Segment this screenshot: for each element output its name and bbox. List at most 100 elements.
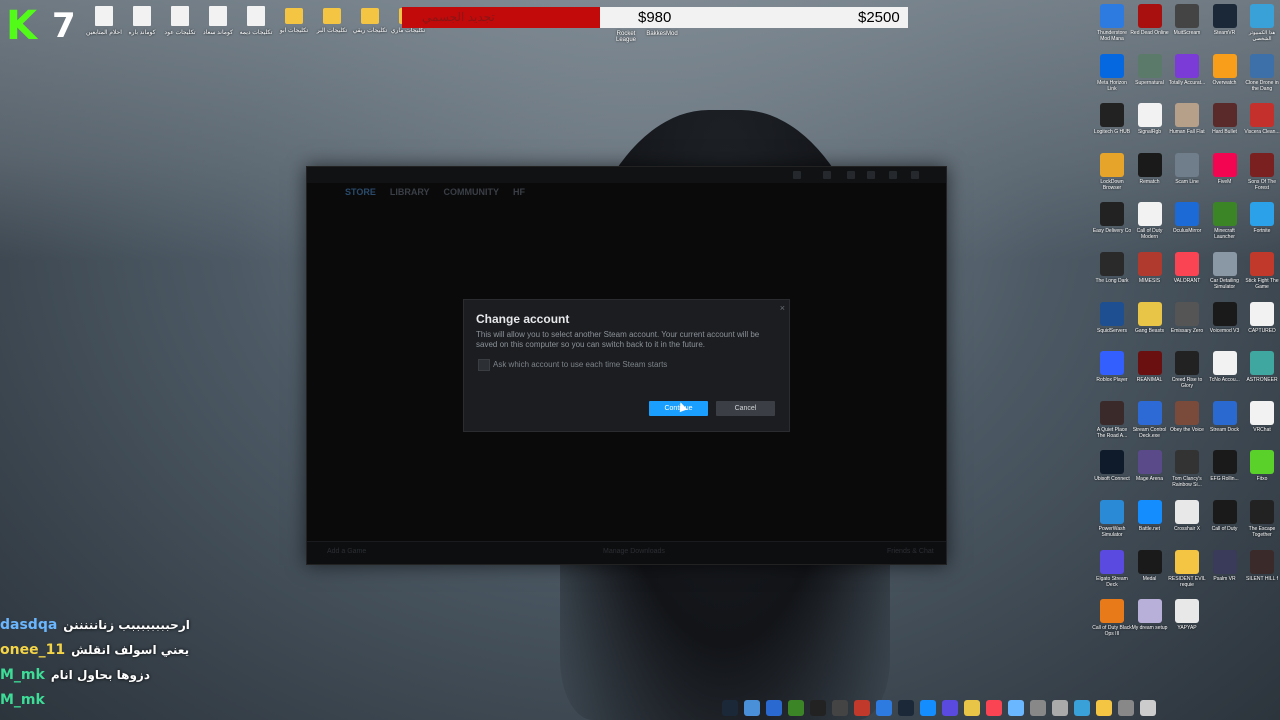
desktop-icon[interactable]: Ubisoft Connect: [1093, 448, 1131, 496]
desktop-icon[interactable]: EFG Rollin...: [1206, 448, 1244, 496]
desktop-icon[interactable]: SquidServers: [1093, 300, 1131, 348]
desktop-icon[interactable]: PowerWash Simulator: [1093, 498, 1131, 546]
top-desktop-icon[interactable]: تكليجات ابو: [276, 4, 312, 48]
desktop-icon[interactable]: SignalRgb: [1131, 101, 1169, 149]
desktop-icon[interactable]: Scam Line: [1168, 151, 1206, 199]
desktop-icon[interactable]: Mage Arena: [1131, 448, 1169, 496]
desktop-icon[interactable]: ASTRONEER: [1243, 349, 1280, 397]
desktop-icon[interactable]: Crosshair X: [1168, 498, 1206, 546]
desktop-icon[interactable]: Medal: [1131, 548, 1169, 596]
add-game-button[interactable]: Add a Game: [327, 548, 366, 555]
desktop-icon[interactable]: MuitScream: [1168, 2, 1206, 50]
top-desktop-icon[interactable]: احلام المتابعين: [86, 4, 122, 48]
desktop-icon[interactable]: Call of Duty Black Ops III: [1092, 597, 1132, 645]
steam-help-icon[interactable]: [847, 171, 855, 179]
top-desktop-icon[interactable]: تكليجات عود: [162, 4, 198, 48]
taskbar-app-icon[interactable]: [832, 700, 848, 716]
desktop-icon[interactable]: CAPTURED: [1243, 300, 1280, 348]
nav-store[interactable]: STORE: [345, 183, 376, 201]
friends-chat-button[interactable]: Friends & Chat: [887, 548, 934, 555]
desktop-icon[interactable]: The Long Dark: [1093, 250, 1131, 298]
desktop-icon[interactable]: FiveM: [1206, 151, 1244, 199]
desktop-icon[interactable]: Minecraft Launcher: [1206, 200, 1244, 248]
desktop-icon[interactable]: SteamVR: [1206, 2, 1244, 50]
desktop-icon[interactable]: Fitxo: [1243, 448, 1280, 496]
taskbar-app-icon[interactable]: [986, 700, 1002, 716]
taskbar-app-icon[interactable]: [898, 700, 914, 716]
desktop-icon[interactable]: Totally Accurat...: [1168, 52, 1206, 100]
desktop-icon[interactable]: Call of Duty Modern: [1131, 200, 1169, 248]
desktop-icon[interactable]: Viscera Clean...: [1243, 101, 1280, 149]
desktop-icon[interactable]: Voicemod V3: [1206, 300, 1244, 348]
desktop-icon[interactable]: Stream Control Deck.exe: [1131, 399, 1169, 447]
desktop-icon[interactable]: REANIMAL: [1131, 349, 1169, 397]
nav-profile[interactable]: HF: [513, 183, 525, 201]
desktop-icon[interactable]: Human Fall Flat: [1168, 101, 1206, 149]
desktop-icon[interactable]: Elgato Stream Deck: [1093, 548, 1131, 596]
taskbar-app-icon[interactable]: [1008, 700, 1024, 716]
ask-account-checkbox[interactable]: [478, 359, 490, 371]
desktop-icon[interactable]: Clone Drone in the Dang: [1243, 52, 1280, 100]
taskbar-app-icon[interactable]: [744, 700, 760, 716]
desktop-icon[interactable]: Rematch: [1131, 151, 1169, 199]
desktop-icon[interactable]: Gang Beasts: [1131, 300, 1169, 348]
top-desktop-icon[interactable]: تكليجات ريقي: [352, 4, 388, 48]
steam-notification-icon[interactable]: [793, 171, 801, 179]
desktop-icon[interactable]: A Quiet Place The Road A...: [1093, 399, 1131, 447]
desktop-icon[interactable]: Red Dead Online: [1130, 2, 1169, 50]
taskbar-app-icon[interactable]: [810, 700, 826, 716]
desktop-icon[interactable]: Stream Dock: [1206, 399, 1244, 447]
desktop-icon[interactable]: Supernatural: [1131, 52, 1169, 100]
ask-account-checkbox-label[interactable]: Ask which account to use each time Steam…: [493, 360, 667, 369]
taskbar-app-icon[interactable]: [1118, 700, 1134, 716]
top-desktop-icon[interactable]: تكليجات البر: [314, 4, 350, 48]
minimize-icon[interactable]: [867, 171, 875, 179]
desktop-icon[interactable]: TcNo Accou...: [1206, 349, 1244, 397]
nav-library[interactable]: LIBRARY: [390, 183, 430, 201]
maximize-icon[interactable]: [889, 171, 897, 179]
desktop-icon[interactable]: LockDown Browser: [1093, 151, 1131, 199]
taskbar-app-icon[interactable]: [1052, 700, 1068, 716]
taskbar-app-icon[interactable]: [1140, 700, 1156, 716]
desktop-icon[interactable]: Psalm VR: [1206, 548, 1244, 596]
desktop-icon[interactable]: SILENT HILL f: [1243, 548, 1280, 596]
taskbar-app-icon[interactable]: [1030, 700, 1046, 716]
taskbar-app-icon[interactable]: [722, 700, 738, 716]
desktop-icon[interactable]: Sons Of The Forest: [1243, 151, 1280, 199]
taskbar-app-icon[interactable]: [876, 700, 892, 716]
desktop-icon[interactable]: Fortnite: [1243, 200, 1280, 248]
desktop-icon[interactable]: Hard Bullet: [1206, 101, 1244, 149]
desktop-icon[interactable]: هذا الكمبيوتر الشخصي: [1243, 2, 1280, 50]
desktop-icon[interactable]: Emissary Zero: [1168, 300, 1206, 348]
taskbar-app-icon[interactable]: [1096, 700, 1112, 716]
desktop-icon[interactable]: Meta Horizon Link: [1093, 52, 1131, 100]
desktop-icon[interactable]: Battle.net: [1131, 498, 1169, 546]
desktop-icon[interactable]: VALORANT: [1168, 250, 1206, 298]
desktop-icon[interactable]: Call of Duty: [1206, 498, 1244, 546]
desktop-icon-bakkesmod[interactable]: BakkesMod: [642, 31, 682, 37]
desktop-icon[interactable]: VRChat: [1243, 399, 1280, 447]
taskbar-app-icon[interactable]: [920, 700, 936, 716]
desktop-icon[interactable]: Obey the Voice: [1168, 399, 1206, 447]
desktop-icon[interactable]: Logitech G HUB: [1093, 101, 1131, 149]
taskbar-app-icon[interactable]: [854, 700, 870, 716]
top-desktop-icon[interactable]: كوماند باره: [124, 4, 160, 48]
desktop-icon[interactable]: Thunderstore Mod Mana: [1093, 2, 1131, 50]
dialog-close-icon[interactable]: ×: [780, 303, 785, 313]
desktop-icon[interactable]: The Escape Together: [1243, 498, 1280, 546]
desktop-icon[interactable]: My dream setup: [1131, 597, 1169, 645]
taskbar-app-icon[interactable]: [942, 700, 958, 716]
desktop-icon-rocket-league[interactable]: Rocket League: [606, 31, 646, 43]
desktop-icon[interactable]: Easy Delivery Co: [1093, 200, 1131, 248]
top-desktop-icon[interactable]: كوماند سعاد: [200, 4, 236, 48]
manage-downloads-button[interactable]: Manage Downloads: [603, 548, 665, 555]
desktop-icon[interactable]: YAPYAP: [1168, 597, 1206, 645]
desktop-icon[interactable]: OculusMirror: [1168, 200, 1206, 248]
nav-community[interactable]: COMMUNITY: [444, 183, 500, 201]
taskbar-app-icon[interactable]: [766, 700, 782, 716]
taskbar-app-icon[interactable]: [964, 700, 980, 716]
desktop-icon[interactable]: Tom Clancy's Rainbow Si...: [1168, 448, 1206, 496]
steam-titlebar[interactable]: [307, 167, 946, 183]
desktop-icon[interactable]: Roblox Player: [1093, 349, 1131, 397]
taskbar-app-icon[interactable]: [1074, 700, 1090, 716]
